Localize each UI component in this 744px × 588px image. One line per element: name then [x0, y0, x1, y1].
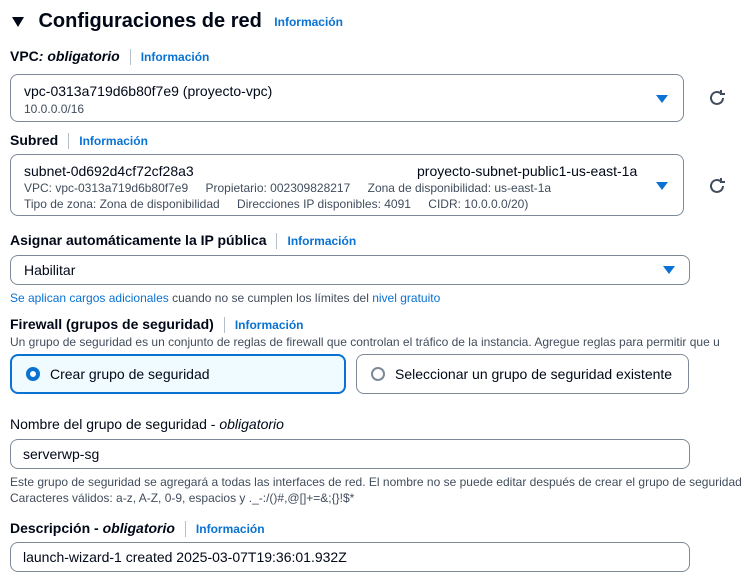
subnet-zone: Zona de disponibilidad: us-east-1a	[367, 181, 552, 195]
subnet-vpc: VPC: vpc-0313a719d6b80f7e9	[24, 181, 189, 195]
subnet-info-link[interactable]: Información	[79, 134, 148, 148]
firewall-info-link[interactable]: Información	[235, 318, 304, 332]
free-tier-link[interactable]: nivel gratuito	[372, 291, 440, 305]
section-info-link[interactable]: Información	[274, 15, 343, 29]
sg-name-input[interactable]: serverwp-sg	[10, 439, 690, 469]
subnet-details-row2: Tipo de zona: Zona de disponibilidad Dir…	[24, 197, 528, 211]
sg-name-label: Nombre del grupo de seguridad -	[10, 416, 220, 432]
radio-selected-icon	[26, 367, 40, 381]
additional-charges-link[interactable]: Se aplican cargos adicionales	[10, 291, 169, 305]
description-input[interactable]: launch-wizard-1 created 2025-03-07T19:36…	[10, 542, 690, 572]
subnet-label: Subred	[10, 132, 59, 148]
public-ip-label: Asignar automáticamente la IP pública	[10, 232, 267, 248]
description-label: Descripción -	[10, 520, 103, 536]
caret-down-icon	[12, 16, 24, 27]
caret-down-icon	[663, 266, 675, 274]
radio-unselected-icon	[371, 367, 385, 381]
subnet-select[interactable]: subnet-0d692d4cf72cf28a3 proyecto-subnet…	[10, 154, 684, 216]
vpc-required: : obligatorio	[38, 48, 120, 64]
public-ip-note: Se aplican cargos adicionales cuando no …	[10, 291, 440, 305]
refresh-icon[interactable]	[706, 87, 728, 109]
sg-name-valid-chars: Caracteres válidos: a-z, A-Z, 0-9, espac…	[10, 491, 355, 505]
subnet-ips: Direcciones IP disponibles: 4091	[237, 197, 411, 211]
section-header[interactable]: Configuraciones de red Información	[12, 10, 343, 33]
select-existing-group-option[interactable]: Seleccionar un grupo de seguridad existe…	[356, 354, 689, 394]
select-existing-group-label: Seleccionar un grupo de seguridad existe…	[395, 366, 673, 382]
section-title: Configuraciones de red	[38, 10, 262, 32]
subnet-label-row: Subred Información	[10, 132, 148, 150]
caret-down-icon	[656, 95, 668, 103]
subnet-zone-type: Tipo de zona: Zona de disponibilidad	[24, 197, 220, 211]
sg-name-required: obligatorio	[219, 416, 284, 432]
public-ip-info-link[interactable]: Información	[287, 234, 356, 248]
public-ip-select[interactable]: Habilitar	[10, 255, 690, 285]
description-info-link[interactable]: Información	[196, 522, 265, 536]
vpc-label-row: VPC: obligatorio Información	[10, 48, 209, 66]
vpc-cidr: 10.0.0.0/16	[24, 102, 85, 116]
subnet-details-row1: VPC: vpc-0313a719d6b80f7e9 Propietario: …	[24, 181, 551, 195]
vpc-select[interactable]: vpc-0313a719d6b80f7e9 (proyecto-vpc) 10.…	[10, 74, 684, 122]
vpc-label: VPC	[10, 48, 39, 64]
create-security-group-option[interactable]: Crear grupo de seguridad	[10, 354, 346, 394]
subnet-cidr: CIDR: 10.0.0.0/20)	[428, 197, 529, 211]
vpc-value: vpc-0313a719d6b80f7e9 (proyecto-vpc)	[24, 83, 273, 99]
firewall-description: Un grupo de seguridad es un conjunto de …	[10, 335, 720, 349]
sg-name-label-row: Nombre del grupo de seguridad - obligato…	[10, 416, 284, 434]
subnet-owner: Propietario: 002309828217	[205, 181, 351, 195]
caret-down-icon	[656, 182, 668, 190]
subnet-id: subnet-0d692d4cf72cf28a3	[24, 163, 194, 179]
create-security-group-label: Crear grupo de seguridad	[50, 366, 210, 382]
public-ip-value: Habilitar	[24, 262, 76, 278]
vpc-info-link[interactable]: Información	[141, 50, 210, 64]
public-ip-label-row: Asignar automáticamente la IP pública Inf…	[10, 232, 356, 250]
subnet-name: proyecto-subnet-public1-us-east-1a	[417, 163, 638, 179]
description-required: obligatorio	[102, 520, 175, 536]
description-label-row: Descripción - obligatorio Información	[10, 520, 265, 538]
refresh-icon[interactable]	[706, 175, 728, 197]
firewall-label-row: Firewall (grupos de seguridad) Informació…	[10, 316, 303, 334]
firewall-label: Firewall (grupos de seguridad)	[10, 316, 214, 332]
public-ip-note-text: cuando no se cumplen los límites del	[168, 291, 373, 305]
sg-name-help: Este grupo de seguridad se agregará a to…	[10, 475, 742, 489]
